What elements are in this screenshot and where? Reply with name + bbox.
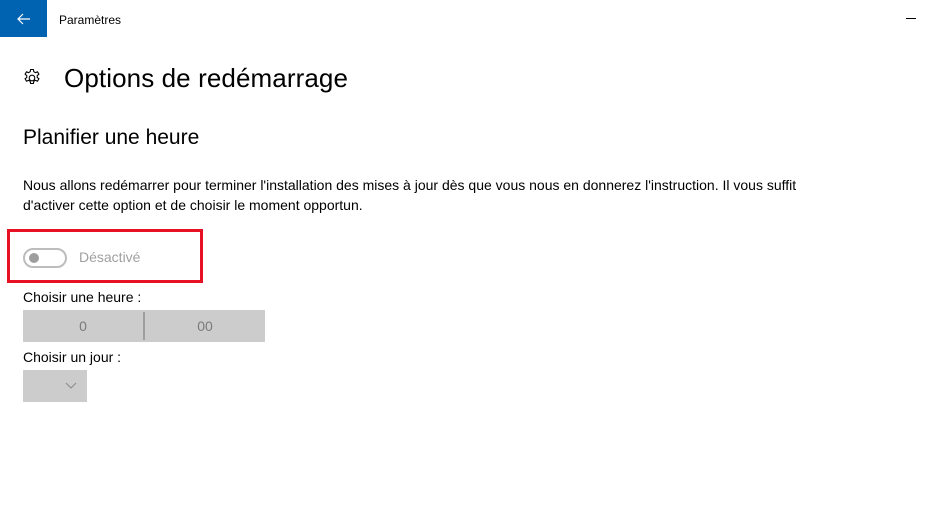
back-button[interactable] [0, 0, 47, 37]
minimize-button[interactable] [892, 0, 930, 37]
chevron-down-icon [65, 382, 77, 389]
app-title: Paramètres [59, 13, 122, 27]
hour-field[interactable]: 0 [23, 310, 143, 342]
day-select[interactable] [23, 370, 87, 402]
restart-schedule-toggle[interactable] [23, 248, 67, 268]
section-title: Planifier une heure [23, 126, 200, 149]
description-text: Nous allons redémarrer pour terminer l'i… [23, 177, 797, 213]
arrow-left-icon [16, 13, 30, 24]
toggle-state-label: Désactivé [79, 249, 141, 265]
page-header: Options de redémarrage [22, 62, 348, 94]
toggle-knob [29, 253, 39, 263]
gear-icon [24, 68, 40, 85]
minimize-icon [906, 18, 916, 19]
title-bar: Paramètres [0, 0, 932, 37]
minute-field[interactable]: 00 [145, 310, 265, 342]
page-title: Options de redémarrage [64, 62, 349, 93]
time-picker[interactable]: 0 00 [23, 310, 265, 342]
day-picker-label: Choisir un jour : [23, 349, 122, 365]
time-picker-label: Choisir une heure : [23, 289, 142, 305]
